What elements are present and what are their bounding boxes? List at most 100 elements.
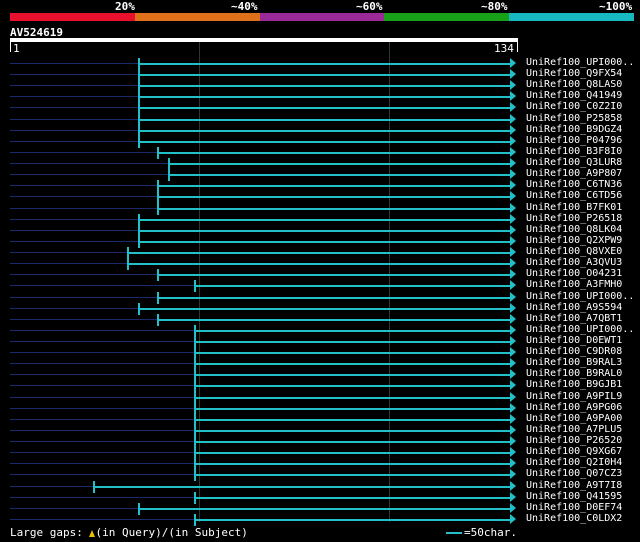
alignment-bar[interactable] [194,396,510,399]
alignment-bar[interactable] [156,318,510,321]
alignment-bar[interactable] [137,118,510,121]
alignment-bar[interactable] [137,140,510,143]
alignment-end-arrow [510,313,516,324]
alignment-bar[interactable] [137,85,510,88]
alignment-bar[interactable] [137,240,510,243]
hit-link[interactable]: UniRef100_P26518 [526,213,622,224]
hit-link[interactable]: UniRef100_Q07CZ3 [526,468,622,479]
hit-link[interactable]: UniRef100_Q3LUR8 [526,157,622,168]
hit-link[interactable]: UniRef100_UPI000.. [526,324,634,335]
alignment-end-arrow [510,369,516,380]
hit-link[interactable]: UniRef100_B9GJB1 [526,379,622,390]
hit-link[interactable]: UniRef100_D0EF74 [526,502,622,513]
hit-link[interactable]: UniRef100_Q8LK04 [526,224,622,235]
alignment-bar[interactable] [126,252,510,255]
hit-link[interactable]: UniRef100_Q2XPW9 [526,235,622,246]
alignment-bar[interactable] [137,107,510,110]
hit-link[interactable]: UniRef100_C0LDX2 [526,513,622,524]
hit-link[interactable]: UniRef100_O04231 [526,268,622,279]
hit-link[interactable]: UniRef100_Q8LAS0 [526,79,622,90]
alignment-bar[interactable] [137,507,510,510]
alignment-end-arrow [510,324,516,335]
alignment-bar[interactable] [167,163,510,166]
alignment-bar[interactable] [137,218,510,221]
alignment-bar[interactable] [194,418,510,421]
alignment-bar[interactable] [137,129,510,132]
alignment-bar[interactable] [194,496,510,499]
hit-link[interactable]: UniRef100_B9RAL3 [526,357,622,368]
alignment-bar[interactable] [194,363,510,366]
alignment-bar[interactable] [156,296,510,299]
alignment-end-arrow [510,436,516,447]
unaligned-region [10,118,138,120]
scale-line-icon [446,532,462,534]
alignment-bar[interactable] [137,63,510,65]
hit-link[interactable]: UniRef100_A9PA00 [526,413,622,424]
alignment-bar[interactable] [194,374,510,377]
alignment-bar[interactable] [194,329,510,332]
alignment-bar[interactable] [137,74,510,77]
hit-link[interactable]: UniRef100_Q41949 [526,90,622,101]
hit-link[interactable]: UniRef100_C9DR08 [526,346,622,357]
hit-link[interactable]: UniRef100_C0Z2I0 [526,101,622,112]
alignment-bar[interactable] [137,96,510,99]
hit-link[interactable]: UniRef100_B9RAL0 [526,368,622,379]
hit-link[interactable]: UniRef100_P26520 [526,435,622,446]
alignment-end-arrow [510,402,516,413]
hit-link[interactable]: UniRef100_A9PIL9 [526,391,622,402]
alignment-bar[interactable] [156,274,510,277]
hit-link[interactable]: UniRef100_B7FK01 [526,202,622,213]
hit-link[interactable]: UniRef100_Q2I0H4 [526,457,622,468]
alignment-bar[interactable] [167,174,510,177]
hit-link[interactable]: UniRef100_A3FMH0 [526,279,622,290]
unaligned-region [10,229,138,231]
alignment-bar[interactable] [126,263,510,266]
hit-link[interactable]: UniRef100_P25858 [526,113,622,124]
alignment-bar[interactable] [194,352,510,355]
alignment-bar[interactable] [194,474,510,477]
alignment-end-arrow [510,280,516,291]
hit-link[interactable]: UniRef100_D0EWT1 [526,335,622,346]
alignment-bar[interactable] [194,429,510,432]
hit-link[interactable]: UniRef100_Q9FX54 [526,68,622,79]
alignment-bar[interactable] [194,518,510,521]
hit-link[interactable]: UniRef100_A3QVU3 [526,257,622,268]
alignment-bar[interactable] [137,307,510,310]
alignment-bar[interactable] [156,151,510,154]
hit-link[interactable]: UniRef100_B9DGZ4 [526,124,622,135]
hit-link[interactable]: UniRef100_Q9XG67 [526,446,622,457]
unaligned-region [10,363,195,365]
hit-link[interactable]: UniRef100_A9P807 [526,168,622,179]
alignment-bar[interactable] [194,463,510,466]
hit-link[interactable]: UniRef100_C6TN36 [526,179,622,190]
hit-row[interactable]: UniRef100_C0LDX2 [0,513,640,526]
hit-link[interactable]: UniRef100_UPI000.. [526,291,634,302]
alignment-bar[interactable] [194,407,510,410]
hit-link[interactable]: UniRef100_A9S594 [526,302,622,313]
hit-link[interactable]: UniRef100_C6TD56 [526,190,622,201]
alignment-end-arrow [510,413,516,424]
hit-link[interactable]: UniRef100_A9PG06 [526,402,622,413]
hit-link[interactable]: UniRef100_A9T7I8 [526,480,622,491]
alignment-end-arrow [510,169,516,180]
alignment-bar[interactable] [194,341,510,343]
hit-link[interactable]: UniRef100_B3F8I0 [526,146,622,157]
alignment-bar[interactable] [194,452,510,455]
alignment-bar[interactable] [156,196,510,199]
hit-link[interactable]: UniRef100_A7QBT1 [526,313,622,324]
alignment-bar[interactable] [194,441,510,444]
unaligned-region [10,418,195,420]
alignment-bar[interactable] [92,485,510,488]
alignment-bar[interactable] [137,229,510,232]
alignment-bar[interactable] [194,385,510,388]
hit-link[interactable]: UniRef100_A7PLU5 [526,424,622,435]
hit-link[interactable]: UniRef100_UPI000.. [526,57,634,68]
gap-legend-label: Large gaps: [10,526,90,539]
alignment-end-arrow [510,347,516,358]
alignment-bar[interactable] [156,185,510,188]
alignment-bar[interactable] [156,207,510,210]
hit-link[interactable]: UniRef100_Q41595 [526,491,622,502]
hit-link[interactable]: UniRef100_P04796 [526,135,622,146]
hit-link[interactable]: UniRef100_Q8VXE0 [526,246,622,257]
alignment-bar[interactable] [194,285,510,288]
